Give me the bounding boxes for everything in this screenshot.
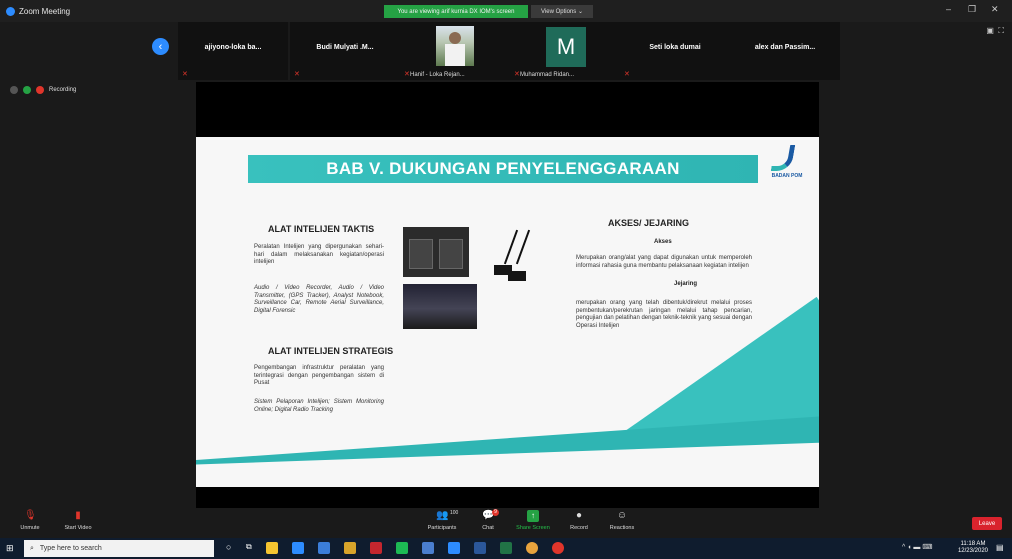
notification-icon[interactable]: ▤ — [996, 543, 1006, 553]
slide-title: BAB V. DUKUNGAN PENYELENGGARAAN — [326, 159, 680, 178]
word-icon[interactable] — [474, 542, 486, 554]
muted-mic-icon: 🎙 — [24, 510, 37, 521]
record-button[interactable]: ● Record — [557, 510, 601, 531]
participant-name: alex dan Passim... — [754, 44, 816, 51]
taskbar-search-input[interactable]: ⌕ Type here to search — [24, 540, 214, 557]
excel-icon[interactable] — [500, 542, 512, 554]
muted-mic-icon: ✕ — [624, 71, 630, 78]
share-screen-icon: ↑ — [527, 510, 539, 522]
app-icon[interactable] — [370, 542, 382, 554]
para-taktis: Peralatan Intelijen yang dipergunakan se… — [254, 244, 384, 265]
start-video-button[interactable]: ▮ Start Video — [56, 510, 100, 531]
record-icon: ● — [575, 510, 583, 521]
para-strategis: Pengembangan infrastruktur peralatan yan… — [254, 365, 384, 386]
unmute-button[interactable]: 🎙 Unmute — [8, 510, 52, 531]
participant-name: Budi Mulyati .M... — [316, 44, 374, 51]
para-taktis-tools: Audio / Video Recorder, Audio / Video Tr… — [254, 285, 384, 314]
badan-pom-logo: BADAN POM — [761, 145, 813, 185]
participant-caption: Hanif - Loka Rejan... — [410, 72, 465, 78]
app-icon[interactable] — [396, 542, 408, 554]
record-dot-icon — [36, 86, 44, 94]
subheading-jejaring: Jejaring — [674, 281, 698, 287]
app-icon[interactable] — [422, 542, 434, 554]
zoom-app-icon — [6, 6, 15, 16]
participants-icon: 👥 — [436, 510, 449, 521]
previous-participants-button[interactable]: ‹ — [152, 38, 169, 55]
participant-caption: Muhammad Ridan... — [520, 72, 575, 78]
view-options-button[interactable]: View Options ⌄ — [531, 5, 593, 18]
recording-indicator: Recording — [10, 86, 76, 94]
surveillance-car-image — [403, 284, 477, 329]
system-tray-icons[interactable]: ^ ◖ ▬ ⌨ — [902, 543, 932, 551]
heading-taktis: ALAT INTELIJEN TAKTIS — [268, 224, 375, 234]
chrome-icon[interactable] — [526, 542, 538, 554]
app-icon[interactable] — [344, 542, 356, 554]
camera-equipment-image — [403, 227, 469, 277]
chat-button[interactable]: 💬 Chat 9 — [466, 509, 510, 531]
opera-icon[interactable] — [552, 542, 564, 554]
view-mode-icons[interactable]: ▣ ⛶ — [986, 26, 1004, 36]
reactions-icon: ☺ — [616, 510, 628, 521]
participant-tile[interactable]: ajiyono-loka ba... ✕ — [178, 22, 288, 80]
muted-mic-icon: ✕ — [182, 71, 188, 78]
store-icon[interactable] — [318, 542, 330, 554]
para-strategis-tools: Sistem Pelaporan Intelijen; Sistem Monit… — [254, 399, 384, 413]
participant-tile-video[interactable]: ✕ Hanif - Loka Rejan... — [400, 22, 510, 80]
participants-count: 100 — [450, 510, 459, 516]
viewing-banner: You are viewing arif kurnia DX IOM's scr… — [384, 5, 528, 18]
participant-name: ajiyono-loka ba... — [204, 44, 262, 51]
reactions-button[interactable]: ☺ Reactions — [600, 510, 644, 531]
shared-screen: BAB V. DUKUNGAN PENYELENGGARAAN BADAN PO… — [196, 82, 819, 508]
participant-video — [436, 26, 474, 66]
cortana-icon[interactable]: ○ — [226, 542, 238, 554]
clock-time: 11:18 AM — [960, 541, 986, 547]
shield-icon[interactable] — [23, 86, 31, 94]
participants-button[interactable]: 👥 Participants 100 — [420, 510, 464, 531]
file-explorer-icon[interactable] — [266, 542, 278, 554]
minimize-button[interactable]: – — [946, 4, 951, 14]
search-placeholder: Type here to search — [39, 545, 102, 552]
clock-date: 12/23/2020 — [957, 548, 988, 554]
participant-tile[interactable]: Seti loka dumai ✕ — [620, 22, 730, 80]
participant-strip: ‹ ajiyono-loka ba... ✕ Budi Mulyati .M..… — [0, 22, 1012, 81]
windows-taskbar: ⊞ ⌕ Type here to search ○ ⧉ ^ ◖ ▬ ⌨ 11:1… — [0, 538, 1012, 559]
para-akses: Merupakan orang/alat yang dapat digunaka… — [576, 255, 752, 269]
heading-akses-jejaring: AKSES/ JEJARING — [608, 218, 690, 228]
participant-avatar: M — [546, 27, 586, 67]
zoom-taskbar-icon[interactable] — [448, 542, 460, 554]
heading-strategis: ALAT INTELIJEN STRATEGIS — [268, 346, 394, 356]
transmitter-antenna-image — [486, 227, 546, 285]
windows-start-icon[interactable]: ⊞ — [6, 543, 16, 553]
chat-badge: 9 — [492, 509, 499, 516]
participant-tile[interactable]: Budi Mulyati .M... ✕ — [290, 22, 400, 80]
leave-button[interactable]: Leave — [972, 517, 1002, 530]
info-icon[interactable] — [10, 86, 18, 94]
participant-tile[interactable]: M ✕ Muhammad Ridan... — [510, 22, 620, 80]
participant-tile[interactable]: alex dan Passim... — [730, 22, 840, 80]
video-off-icon: ▮ — [75, 510, 81, 521]
window-title: Zoom Meeting — [19, 6, 71, 16]
share-screen-button[interactable]: ↑ Share Screen — [511, 510, 555, 531]
recording-label: Recording — [49, 87, 77, 93]
edge-icon[interactable] — [292, 542, 304, 554]
presentation-slide: BAB V. DUKUNGAN PENYELENGGARAAN BADAN PO… — [196, 137, 819, 487]
close-button[interactable]: ✕ — [991, 4, 999, 15]
subheading-akses: Akses — [654, 239, 672, 245]
search-icon: ⌕ — [30, 544, 34, 552]
para-jejaring: merupakan orang yang telah dibentuk/dire… — [576, 300, 752, 329]
taskbar-clock[interactable]: 11:18 AM 12/23/2020 — [958, 541, 988, 555]
task-view-icon[interactable]: ⧉ — [246, 542, 258, 554]
zoom-window: Zoom Meeting You are viewing arif kurnia… — [0, 0, 1012, 559]
muted-mic-icon: ✕ — [294, 71, 300, 78]
restore-button[interactable]: ❐ — [968, 4, 976, 15]
meeting-controls: 🎙 Unmute ▮ Start Video 👥 Participants 10… — [0, 508, 1012, 538]
participant-name: Seti loka dumai — [649, 44, 701, 51]
